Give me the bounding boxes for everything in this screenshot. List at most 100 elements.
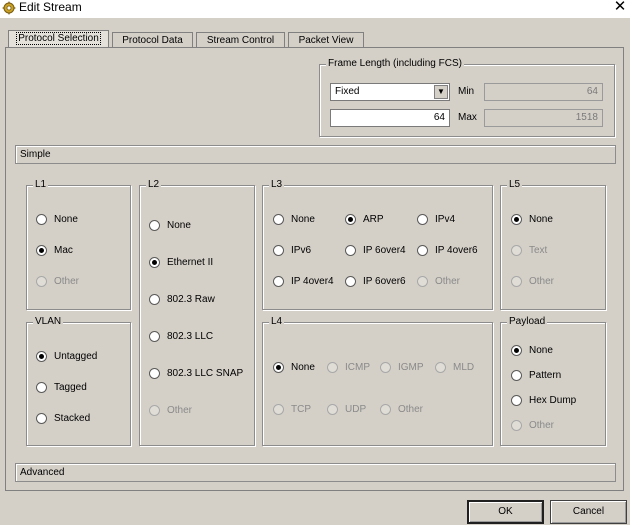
radio-indicator <box>511 394 522 406</box>
radio-indicator <box>511 419 522 431</box>
radio-indicator <box>327 361 338 373</box>
radio-label: Text <box>529 244 548 256</box>
l5-radio-none[interactable]: None <box>511 212 553 226</box>
radio-indicator <box>511 369 522 381</box>
min-length-field: 64 <box>484 83 603 101</box>
radio-indicator <box>511 244 522 256</box>
radio-label: IGMP <box>398 361 424 373</box>
l3-radio-ipv6[interactable]: IPv6 <box>273 243 311 257</box>
l3-title: L3 <box>269 179 285 191</box>
radio-label: None <box>291 213 315 225</box>
l5-title: L5 <box>507 179 523 191</box>
radio-indicator <box>149 293 160 305</box>
radio-label: Tagged <box>54 381 87 393</box>
l2-radio-8023-llc[interactable]: 802.3 LLC <box>149 329 213 343</box>
l3-radio-ip-6over4[interactable]: IP 6over4 <box>345 243 406 257</box>
chevron-down-icon[interactable]: ▼ <box>434 85 448 99</box>
payload-radio-pattern[interactable]: Pattern <box>511 368 561 382</box>
radio-label: IP 6over4 <box>363 244 406 256</box>
l3-radio-other[interactable]: Other <box>417 274 460 288</box>
payload-radio-none[interactable]: None <box>511 343 553 357</box>
payload-radio-other[interactable]: Other <box>511 418 554 432</box>
l1-radio-none[interactable]: None <box>36 212 78 226</box>
title-bar <box>0 0 630 18</box>
l3-radio-none[interactable]: None <box>273 212 315 226</box>
l2-radio-8023-llc-snap[interactable]: 802.3 LLC SNAP <box>149 366 243 380</box>
radio-label: ICMP <box>345 361 370 373</box>
frame-length-mode-select[interactable]: Fixed ▼ <box>330 83 450 101</box>
tab-label: Stream Control <box>206 35 275 46</box>
l3-radio-ipv4[interactable]: IPv4 <box>417 212 455 226</box>
l4-radio-tcp[interactable]: TCP <box>273 402 311 416</box>
l5-radio-text[interactable]: Text <box>511 243 547 257</box>
max-length-field: 1518 <box>484 109 603 127</box>
vlan-radio-tagged[interactable]: Tagged <box>36 380 87 394</box>
ok-button[interactable]: OK <box>467 500 544 524</box>
l4-radio-icmp[interactable]: ICMP <box>327 360 370 374</box>
radio-label: IP 6over6 <box>363 275 406 287</box>
radio-indicator <box>149 367 160 379</box>
l3-radio-ip-4over6[interactable]: IP 4over6 <box>417 243 478 257</box>
radio-indicator <box>345 213 356 225</box>
vlan-radio-untagged[interactable]: Untagged <box>36 349 97 363</box>
radio-label: MLD <box>453 361 475 373</box>
radio-label: Stacked <box>54 412 91 424</box>
l4-radio-none[interactable]: None <box>273 360 315 374</box>
radio-label: Other <box>167 404 193 416</box>
radio-indicator <box>36 244 47 256</box>
vlan-radio-stacked[interactable]: Stacked <box>36 411 90 425</box>
radio-label: ARP <box>363 213 384 225</box>
radio-indicator <box>149 219 160 231</box>
radio-label: None <box>529 213 553 225</box>
radio-label: IPv4 <box>435 213 456 225</box>
radio-label: IP 4over4 <box>291 275 334 287</box>
radio-indicator <box>36 381 47 393</box>
radio-indicator <box>273 244 284 256</box>
tab-label: Packet View <box>298 35 354 46</box>
frame-length-mode-value: Fixed <box>335 86 360 97</box>
advanced-section-header[interactable]: Advanced <box>15 463 616 482</box>
radio-label: 802.3 Raw <box>167 293 215 305</box>
l1-radio-other[interactable]: Other <box>36 274 79 288</box>
l2-radio-none[interactable]: None <box>149 218 191 232</box>
radio-label: UDP <box>345 403 367 415</box>
frame-length-input[interactable]: 64 <box>330 109 450 127</box>
radio-label: IPv6 <box>291 244 312 256</box>
radio-indicator <box>273 275 284 287</box>
radio-label: Ethernet II <box>167 256 214 268</box>
l2-radio-ethernet-ii[interactable]: Ethernet II <box>149 255 213 269</box>
radio-label: None <box>167 219 191 231</box>
l4-radio-mld[interactable]: MLD <box>435 360 474 374</box>
l3-radio-ip-4over4[interactable]: IP 4over4 <box>273 274 334 288</box>
l2-radio-8023-raw[interactable]: 802.3 Raw <box>149 292 215 306</box>
app-gear-icon <box>2 1 16 15</box>
cancel-button[interactable]: Cancel <box>550 500 627 524</box>
radio-label: Other <box>529 419 555 431</box>
radio-label: Hex Dump <box>529 394 577 406</box>
simple-section-header[interactable]: Simple <box>15 145 616 164</box>
radio-indicator <box>149 404 160 416</box>
l4-title: L4 <box>269 316 285 328</box>
close-icon[interactable]: ✕ <box>612 0 628 16</box>
l3-radio-ip-6over6[interactable]: IP 6over6 <box>345 274 406 288</box>
radio-label: Pattern <box>529 369 562 381</box>
l4-radio-udp[interactable]: UDP <box>327 402 366 416</box>
radio-indicator <box>435 361 446 373</box>
l4-radio-other[interactable]: Other <box>380 402 423 416</box>
radio-indicator <box>36 412 47 424</box>
radio-label: None <box>291 361 315 373</box>
l4-radio-igmp[interactable]: IGMP <box>380 360 424 374</box>
radio-label: Untagged <box>54 350 98 362</box>
radio-indicator <box>36 275 47 287</box>
radio-indicator <box>149 256 160 268</box>
l3-radio-arp[interactable]: ARP <box>345 212 384 226</box>
payload-radio-hex-dump[interactable]: Hex Dump <box>511 393 576 407</box>
l1-radio-mac[interactable]: Mac <box>36 243 73 257</box>
l2-radio-other[interactable]: Other <box>149 403 192 417</box>
l2-title: L2 <box>146 179 162 191</box>
radio-label: TCP <box>291 403 311 415</box>
radio-indicator <box>36 350 47 362</box>
l5-radio-other[interactable]: Other <box>511 274 554 288</box>
radio-indicator <box>511 275 522 287</box>
radio-indicator <box>417 244 428 256</box>
